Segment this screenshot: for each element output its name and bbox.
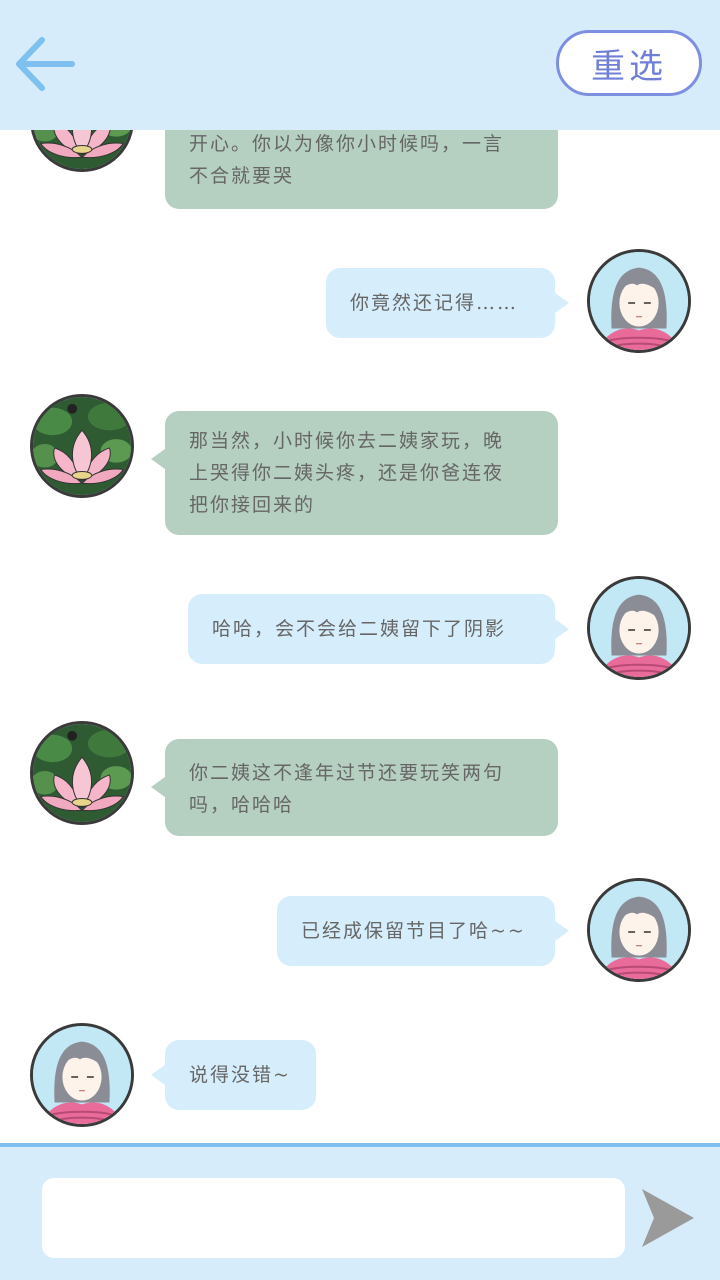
message-line: 上哭得你二姨头疼，还是你爸连夜 [189,462,505,484]
message-line: 说得没错~ [189,1064,291,1086]
message-input[interactable] [42,1178,625,1258]
top-bar: 重选 [0,0,720,130]
message-line: 已经成保留节目了哈~~ [301,920,526,942]
message-bubble: 哈哈，会不会给二姨留下了阴影 [188,594,569,664]
message-bubble: 那当然，小时候你去二姨家玩，晚 上哭得你二姨头疼，还是你爸连夜 把你接回来的 [151,411,558,535]
message-bubble: 说得没错~ [151,1040,316,1110]
send-button[interactable] [640,1187,696,1249]
back-button[interactable] [12,30,82,100]
girl-avatar[interactable] [587,249,691,353]
input-bar [0,1143,720,1280]
message-line: 吗，哈哈哈 [189,794,295,816]
message-line: 不合就要哭 [189,165,295,187]
message-line: 把你接回来的 [189,494,316,516]
message-line: 你竟然还记得…… [350,292,519,314]
send-icon [642,1189,694,1247]
arrow-left-icon [16,37,75,91]
lotus-avatar[interactable] [30,721,134,825]
lotus-avatar[interactable] [30,394,134,498]
message-bubble: 已经成保留节目了哈~~ [277,896,569,966]
message-line: 你二姨这不逢年过节还要玩笑两句 [189,762,505,784]
message-bubble: 你二姨这不逢年过节还要玩笑两句 吗，哈哈哈 [151,739,558,836]
chat-message-list[interactable]: 开心。你以为像你小时候吗，一言 不合就要哭 你竟然还记得…… 那当然，小时候你去… [0,0,720,1145]
reselect-button[interactable]: 重选 [556,30,702,96]
message-line: 哈哈，会不会给二姨留下了阴影 [212,618,507,640]
girl-avatar[interactable] [587,878,691,982]
message-bubble: 你竟然还记得…… [326,268,569,338]
girl-avatar[interactable] [30,1023,134,1127]
message-line: 那当然，小时候你去二姨家玩，晚 [189,430,505,452]
message-line: 开心。你以为像你小时候吗，一言 [189,133,505,155]
reselect-label: 重选 [591,46,667,87]
girl-avatar[interactable] [587,576,691,680]
